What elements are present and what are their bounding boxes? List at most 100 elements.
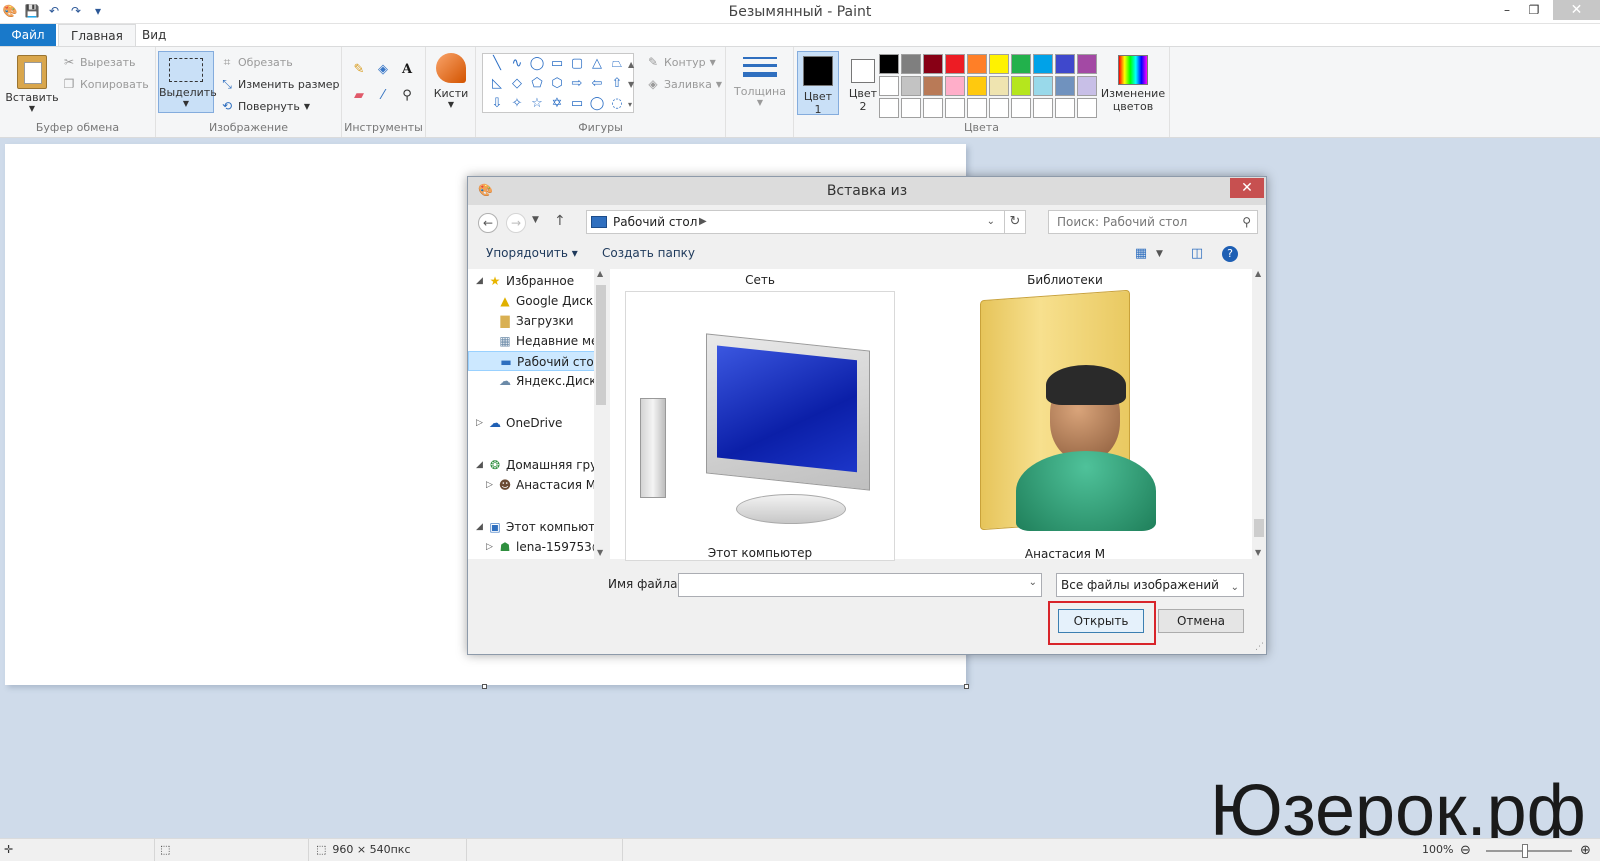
shape-option[interactable]: ⬡ — [547, 74, 567, 94]
maximize-button[interactable]: ❐ — [1522, 0, 1546, 20]
tree-item[interactable]: ▷ ☗ lena-159753@ — [468, 537, 604, 557]
tab-file[interactable]: Файл — [0, 24, 56, 46]
shape-option[interactable]: ⬠ — [527, 74, 547, 94]
tree-expander-icon[interactable]: ◢ — [476, 517, 483, 537]
text-tool-icon[interactable]: A — [398, 61, 416, 79]
canvas-resize-handle[interactable] — [964, 684, 969, 689]
shape-option[interactable]: △ — [587, 54, 607, 74]
rotate-button[interactable]: ⟲ Повернуть ▼ — [220, 99, 310, 113]
palette-swatch[interactable] — [879, 98, 899, 118]
tree-item[interactable]: ▇ Загрузки — [468, 311, 604, 331]
shape-option[interactable]: ✡ — [547, 94, 567, 114]
zoom-in-icon[interactable]: ⊕ — [1580, 843, 1591, 858]
shape-option[interactable]: ⇦ — [587, 74, 607, 94]
shape-option[interactable]: ✧ — [507, 94, 527, 114]
forward-arrow-icon[interactable]: → — [506, 213, 526, 233]
filename-input[interactable]: ⌄ — [678, 573, 1042, 597]
shape-option[interactable]: ◇ — [507, 74, 527, 94]
tree-item[interactable]: ▷ ☻ Анастасия М — [468, 475, 604, 495]
resize-button[interactable]: ⤡ Изменить размер — [220, 77, 339, 91]
shape-option[interactable]: ▭ — [547, 54, 567, 74]
preview-pane-icon[interactable]: ◫ — [1188, 245, 1206, 263]
tab-view[interactable]: Вид — [130, 24, 178, 46]
tree-item[interactable]: ▬ Рабочий стол — [468, 351, 604, 371]
up-arrow-icon[interactable]: ↑ — [554, 213, 566, 229]
palette-swatch[interactable] — [923, 98, 943, 118]
palette-swatch[interactable] — [967, 54, 987, 74]
palette-swatch[interactable] — [945, 76, 965, 96]
chevron-right-icon[interactable]: ▶ — [699, 211, 707, 233]
palette-swatch[interactable] — [901, 98, 921, 118]
eraser-icon[interactable]: ▰ — [350, 87, 368, 105]
scroll-thumb[interactable] — [1254, 519, 1264, 537]
select-button[interactable]: Выделить ▼ — [158, 51, 217, 113]
new-folder-button[interactable]: Создать папку — [602, 246, 695, 260]
open-button[interactable]: Открыть — [1058, 609, 1144, 633]
address-bar[interactable]: Рабочий стол ▶ ⌄ — [586, 210, 1024, 234]
cancel-button[interactable]: Отмена — [1158, 609, 1244, 633]
cut-button[interactable]: ✂ Вырезать — [62, 55, 136, 69]
shape-option[interactable]: ⇩ — [487, 94, 507, 114]
palette-swatch[interactable] — [923, 54, 943, 74]
tree-item[interactable]: ▲ Google Диск — [468, 291, 604, 311]
organize-button[interactable]: Упорядочить ▾ — [486, 246, 578, 260]
pencil-icon[interactable]: ✎ — [350, 61, 368, 79]
paste-button[interactable]: Вставить ▼ — [4, 49, 60, 113]
tab-home[interactable]: Главная — [58, 24, 136, 46]
palette-swatch[interactable] — [901, 76, 921, 96]
palette-swatch[interactable] — [1033, 98, 1053, 118]
palette-swatch[interactable] — [1055, 98, 1075, 118]
navigation-scrollbar[interactable]: ▲ ▼ — [594, 269, 608, 559]
fill-bucket-icon[interactable]: ◈ — [374, 61, 392, 79]
this-pc-item[interactable]: Этот компьютер — [625, 291, 895, 561]
tree-item[interactable]: ☁ Яндекс.Диск — [468, 371, 604, 391]
zoom-slider[interactable] — [1486, 850, 1572, 852]
change-view-icon[interactable]: ▦ — [1132, 245, 1150, 263]
palette-swatch[interactable] — [945, 98, 965, 118]
gallery-scroll-icon[interactable]: ▲ ▼ ▾ — [628, 55, 634, 115]
file-view-scrollbar[interactable]: ▲ ▼ — [1252, 269, 1266, 559]
palette-swatch[interactable] — [967, 76, 987, 96]
recent-locations-icon[interactable]: ▼ — [532, 215, 539, 225]
palette-swatch[interactable] — [1033, 54, 1053, 74]
color1-button[interactable]: Цвет 1 — [797, 51, 839, 116]
refresh-icon[interactable]: ↻ — [1004, 210, 1026, 234]
palette-swatch[interactable] — [989, 76, 1009, 96]
tree-expander-icon[interactable]: ▷ — [486, 475, 493, 495]
palette-swatch[interactable] — [1077, 98, 1097, 118]
zoom-out-icon[interactable]: ⊖ — [1460, 843, 1471, 858]
outline-button[interactable]: ✎ Контур ▼ — [646, 55, 716, 69]
tree-item[interactable]: ◢ ★ Избранное — [468, 271, 604, 291]
shape-option[interactable]: ◌ — [607, 94, 627, 114]
tree-expander-icon[interactable]: ◢ — [476, 455, 483, 475]
scroll-down-icon[interactable]: ▼ — [1255, 548, 1261, 557]
palette-swatch[interactable] — [945, 54, 965, 74]
window-close-button[interactable]: ✕ — [1553, 0, 1600, 20]
palette-swatch[interactable] — [879, 76, 899, 96]
tree-expander-icon[interactable]: ◢ — [476, 271, 483, 291]
chevron-down-icon[interactable]: ▼ — [1156, 249, 1163, 259]
magnifier-icon[interactable]: ⚲ — [398, 87, 416, 105]
copy-button[interactable]: ❐ Копировать — [62, 77, 149, 91]
size-button[interactable]: Толщина ▼ — [730, 53, 790, 107]
palette-swatch[interactable] — [1011, 76, 1031, 96]
palette-swatch[interactable] — [1033, 76, 1053, 96]
shape-option[interactable]: ▭ — [567, 94, 587, 114]
tree-item[interactable]: ◢ ▣ Этот компьютер — [468, 517, 604, 537]
minimize-button[interactable]: – — [1495, 0, 1519, 20]
back-arrow-icon[interactable]: ← — [478, 213, 498, 233]
file-type-filter[interactable]: Все файлы изображений ⌄ — [1056, 573, 1244, 597]
shape-option[interactable]: ╲ — [487, 54, 507, 74]
zoom-slider-thumb[interactable] — [1522, 844, 1528, 858]
palette-swatch[interactable] — [1055, 76, 1075, 96]
shape-option[interactable]: ◺ — [487, 74, 507, 94]
shape-option[interactable]: ▢ — [567, 54, 587, 74]
scroll-up-icon[interactable]: ▲ — [597, 269, 603, 278]
color-picker-icon[interactable]: ⁄ — [374, 87, 392, 105]
shape-option[interactable]: ⇧ — [607, 74, 627, 94]
shape-option[interactable]: ⏢ — [607, 54, 627, 74]
scroll-thumb[interactable] — [596, 285, 606, 405]
palette-swatch[interactable] — [1077, 54, 1097, 74]
tree-item[interactable]: ▷ ☁ OneDrive — [468, 413, 604, 433]
tree-item[interactable]: ◢ ❂ Домашняя группа — [468, 455, 604, 475]
